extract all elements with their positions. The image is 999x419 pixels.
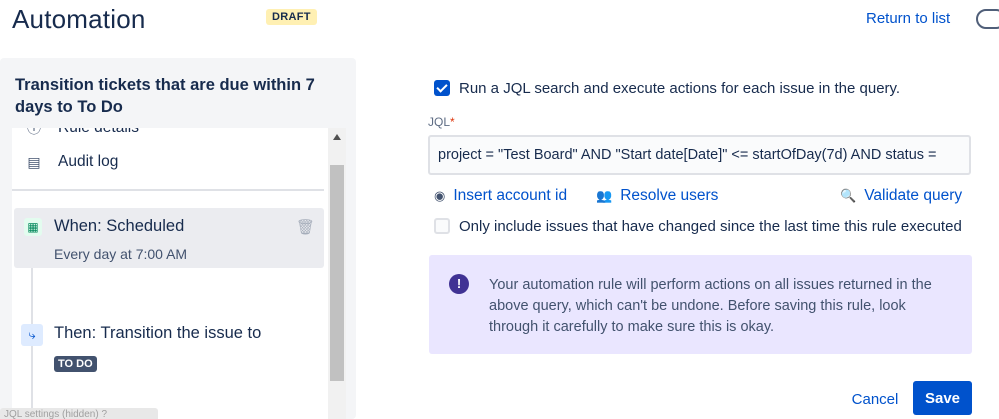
save-button[interactable]: Save (913, 381, 972, 415)
page-title: Automation (12, 4, 146, 34)
resolve-users-link[interactable]: 👥 Resolve users (596, 187, 718, 205)
warning-text: Your automation rule will perform action… (489, 277, 932, 335)
document-icon: ▤ (27, 153, 41, 170)
tooltip-ghost: JQL settings (hidden) ? (0, 408, 158, 419)
run-jql-label: Run a JQL search and execute actions for… (459, 80, 901, 97)
when-schedule-text: Every day at 7:00 AM (54, 246, 188, 262)
validate-query-link[interactable]: 🔍 Validate query (840, 187, 962, 205)
exclamation-icon: ! (449, 274, 469, 294)
return-to-list-link[interactable]: Return to list (866, 10, 950, 27)
rule-title: Transition tickets that are due within 7… (15, 76, 315, 116)
audit-log-item[interactable]: ▤ Audit log (12, 153, 118, 171)
draft-badge: DRAFT (266, 9, 317, 25)
required-mark: * (450, 115, 455, 129)
divider (12, 189, 324, 191)
warning-banner: ! Your automation rule will perform acti… (429, 255, 972, 354)
only-changed-label: Only include issues that have changed si… (459, 218, 962, 235)
calendar-icon: ▦ (24, 218, 42, 236)
info-circle-icon: ⓘ (27, 128, 41, 136)
rule-details-label: Rule details (58, 128, 139, 137)
trash-icon[interactable]: 🗑 (296, 218, 315, 236)
jql-label: JQL* (428, 115, 455, 129)
rule-steps-list: ⓘ Rule details ▤ Audit log ▦ When: Sched… (12, 128, 328, 419)
scroll-up-arrow-icon[interactable] (333, 134, 341, 140)
when-scheduled-card[interactable]: ▦ When: Scheduled Every day at 7:00 AM 🗑 (14, 208, 324, 268)
run-jql-checkbox[interactable] (434, 80, 450, 96)
when-title: When: Scheduled (54, 217, 185, 235)
people-icon: 👥 (596, 188, 613, 203)
insert-account-id-link[interactable]: ◉ Insert account id (434, 187, 567, 205)
insert-account-id-label: Insert account id (453, 187, 568, 204)
toggle-icon[interactable] (976, 9, 999, 29)
transition-icon: ⤷ (21, 324, 43, 346)
search-icon: 🔍 (840, 188, 857, 203)
jql-input[interactable]: project = "Test Board" AND "Start date[D… (428, 135, 971, 175)
status-badge: TO DO (54, 356, 97, 372)
jql-label-text: JQL (428, 115, 451, 129)
cancel-button[interactable]: Cancel (844, 383, 906, 415)
person-circle-icon: ◉ (434, 188, 446, 203)
only-changed-checkbox[interactable] (434, 218, 450, 234)
rule-details-item[interactable]: ⓘ Rule details (12, 128, 139, 138)
then-title[interactable]: Then: Transition the issue to (54, 324, 261, 343)
resolve-users-label: Resolve users (620, 187, 719, 204)
validate-query-label: Validate query (864, 187, 963, 204)
scrollbar-thumb[interactable] (330, 165, 344, 381)
audit-log-label: Audit log (58, 153, 119, 170)
